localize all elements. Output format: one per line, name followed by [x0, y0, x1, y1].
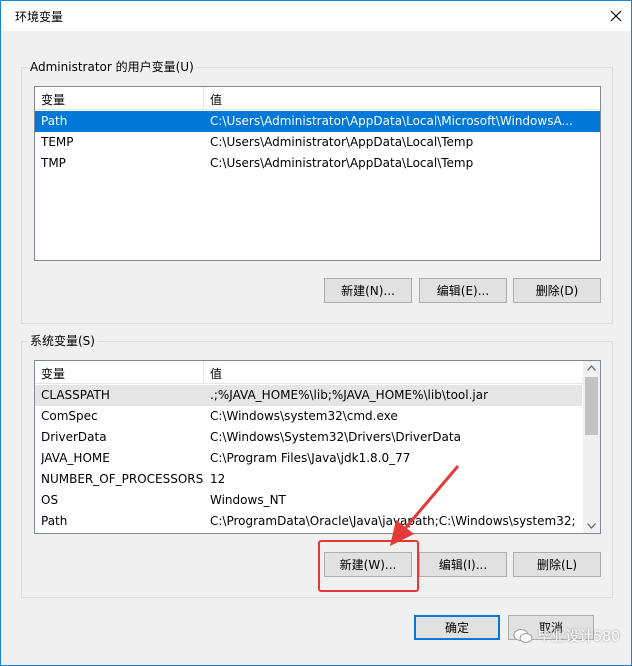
red-arrow-icon — [390, 465, 460, 546]
variable-name: Path — [41, 114, 68, 128]
scroll-up-icon[interactable] — [587, 365, 596, 371]
variable-name: CLASSPATH — [41, 388, 110, 402]
list-header: 变量 值 — [35, 87, 600, 110]
system-variables-legend: 系统变量(S) — [28, 332, 97, 349]
column-header-value[interactable]: 值 — [210, 91, 222, 108]
variable-value: C:\Users\Administrator\AppData\Local\Tem… — [210, 135, 474, 149]
variable-name: JAVA_HOME — [41, 451, 110, 465]
scroll-down-icon[interactable] — [587, 523, 596, 529]
list-item[interactable]: CLASSPATH .;%JAVA_HOME%\lib;%JAVA_HOME%\… — [35, 385, 582, 406]
watermark: 毕业设计580 — [513, 626, 620, 646]
user-edit-button[interactable]: 编辑(E)... — [419, 278, 507, 303]
list-item[interactable]: Path C:\ProgramData\Oracle\Java\javapath… — [35, 511, 600, 532]
scroll-thumb[interactable] — [585, 377, 598, 435]
watermark-text: 毕业设计580 — [537, 629, 620, 645]
variable-name: OS — [41, 493, 59, 507]
user-delete-button[interactable]: 删除(D) — [513, 278, 601, 303]
column-header-value[interactable]: 值 — [210, 365, 222, 382]
variable-name: NUMBER_OF_PROCESSORS — [41, 472, 204, 486]
variable-name: Path — [41, 514, 68, 528]
list-item[interactable]: TEMP C:\Users\Administrator\AppData\Loca… — [35, 132, 600, 153]
list-item[interactable]: ComSpec C:\Windows\system32\cmd.exe — [35, 406, 600, 427]
list-item[interactable]: TMP C:\Users\Administrator\AppData\Local… — [35, 153, 600, 174]
variable-value: Windows_NT — [210, 493, 286, 507]
system-variables-list[interactable]: 变量 值 CLASSPATH .;%JAVA_HOME%\lib;%JAVA_H… — [34, 360, 601, 534]
window-title: 环境变量 — [15, 10, 64, 24]
user-variables-list[interactable]: 变量 值 Path C:\Users\Administrator\AppData… — [34, 86, 601, 261]
title-bar: 环境变量 — [1, 1, 631, 31]
list-header: 变量 值 — [35, 361, 600, 384]
ok-button[interactable]: 确定 — [414, 615, 500, 640]
wechat-icon — [513, 629, 533, 643]
close-icon — [610, 10, 622, 22]
variable-name: DriverData — [41, 430, 107, 444]
variable-value: C:\Windows\System32\Drivers\DriverData — [210, 430, 461, 444]
variable-name: TEMP — [41, 135, 74, 149]
variable-value: 12 — [210, 472, 226, 486]
user-new-button[interactable]: 新建(N)... — [324, 278, 412, 303]
variable-value: .;%JAVA_HOME%\lib;%JAVA_HOME%\lib\tool.j… — [210, 388, 489, 402]
variable-value: C:\Windows\system32\cmd.exe — [210, 409, 398, 423]
variable-value: C:\Users\Administrator\AppData\Local\Tem… — [210, 156, 474, 170]
list-item[interactable]: OS Windows_NT — [35, 490, 600, 511]
close-button[interactable] — [601, 1, 631, 31]
list-item[interactable]: DriverData C:\Windows\System32\Drivers\D… — [35, 427, 600, 448]
column-header-variable[interactable]: 变量 — [41, 91, 65, 108]
list-item[interactable]: JAVA_HOME C:\Program Files\Java\jdk1.8.0… — [35, 448, 600, 469]
environment-variables-dialog: 环境变量 Administrator 的用户变量(U) 变量 值 Path C:… — [0, 0, 632, 666]
variable-value: C:\Users\Administrator\AppData\Local\Mic… — [210, 114, 573, 128]
system-edit-button[interactable]: 编辑(I)... — [419, 552, 507, 577]
variable-name: TMP — [41, 156, 66, 170]
vertical-scrollbar[interactable] — [583, 361, 600, 533]
list-item[interactable]: Path C:\Users\Administrator\AppData\Loca… — [35, 111, 600, 132]
list-item[interactable]: NUMBER_OF_PROCESSORS 12 — [35, 469, 600, 490]
variable-name: ComSpec — [41, 409, 98, 423]
system-delete-button[interactable]: 删除(L) — [513, 552, 601, 577]
column-header-variable[interactable]: 变量 — [41, 365, 65, 382]
user-variables-legend: Administrator 的用户变量(U) — [28, 58, 196, 75]
